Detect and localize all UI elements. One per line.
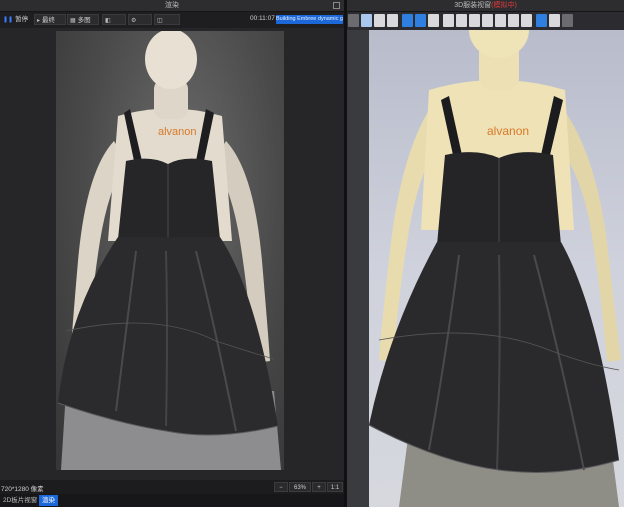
hide-icon[interactable] <box>562 14 573 27</box>
final-render-button[interactable]: ▸ 最终 <box>34 14 66 25</box>
rendered-garment-image: alvanon <box>57 31 281 470</box>
pause-button[interactable]: ❚❚ 暂停 <box>1 14 31 25</box>
zoom-value: 63% <box>289 482 311 492</box>
pattern-icon[interactable] <box>482 14 493 27</box>
zoom-in-icon: + <box>317 485 321 491</box>
multi-render-button[interactable]: ▦ 多图 <box>67 14 99 25</box>
render-options-button[interactable]: ⚙ <box>128 14 152 25</box>
3d-view-toolbar <box>347 12 624 30</box>
skeleton-icon[interactable] <box>361 14 372 27</box>
render-panel-title: 渲染 <box>165 2 179 9</box>
fabric-icon[interactable] <box>374 14 385 27</box>
gear-icon: ⚙ <box>131 18 137 24</box>
render-status-bar: 720*1280 像素 − 63% + 1:1 <box>0 480 344 494</box>
strain-icon[interactable] <box>443 14 454 27</box>
brand-text: alvanon <box>158 126 197 138</box>
multi-label: 多图 <box>77 17 91 24</box>
surface-icon[interactable] <box>415 14 426 27</box>
flip-icon[interactable] <box>536 14 547 27</box>
3d-garment-panel: 3D服装视窗(模拟中) alvanon <box>347 0 624 507</box>
elapsed-time: 00:11:07 <box>250 15 275 22</box>
grid-icon: ▦ <box>70 18 76 24</box>
mesh-icon[interactable] <box>428 14 439 27</box>
show-icon[interactable] <box>549 14 560 27</box>
shading-icon[interactable] <box>456 14 467 27</box>
3d-panel-titlebar: 3D服装视窗(模拟中) <box>347 0 624 12</box>
tab-render[interactable]: 渲染 <box>39 495 58 506</box>
restore-window-icon[interactable] <box>333 2 340 9</box>
final-label: 最终 <box>42 17 56 24</box>
resolution-label: 720*1280 像素 <box>1 486 44 493</box>
camera-icon: ◧ <box>105 18 111 24</box>
render-panel: 渲染 ❚❚ 暂停 ▸ 最终 ▦ 多图 ◧ ⚙ ◫ 00:11:07 Building … <box>0 0 344 507</box>
thickness-icon[interactable] <box>402 14 413 27</box>
texture-icon[interactable] <box>387 14 398 27</box>
3d-garment-model: alvanon <box>369 30 621 507</box>
save-icon: ◫ <box>157 18 163 24</box>
actual-size-button[interactable]: 1:1 <box>327 482 343 492</box>
pause-label: 暂停 <box>15 16 29 23</box>
zoom-in-button[interactable]: + <box>312 482 326 492</box>
tab-2d-pattern-window[interactable]: 2D板片视窗 <box>0 495 40 506</box>
3d-viewport[interactable]: alvanon <box>369 30 624 507</box>
render-save-button[interactable]: ◫ <box>154 14 180 25</box>
render-panel-titlebar: 渲染 <box>0 0 344 12</box>
simulation-status: (模拟中) <box>491 2 517 9</box>
solid-icon[interactable] <box>495 14 506 27</box>
status-log: Building Embree dynamic geo <box>276 15 343 24</box>
zoom-out-icon: − <box>279 485 283 491</box>
fit-icon[interactable] <box>508 14 519 27</box>
render-toolbar: ❚❚ 暂停 ▸ 最终 ▦ 多图 ◧ ⚙ ◫ 00:11:07 Building Emb… <box>0 12 344 28</box>
render-viewport[interactable]: alvanon <box>56 31 284 470</box>
avatar-icon[interactable] <box>348 14 359 27</box>
bottom-tabs: 2D板片视窗 渲染 <box>0 494 344 507</box>
garment-icon[interactable] <box>469 14 480 27</box>
3d-panel-title: 3D服装视窗 <box>454 2 492 9</box>
pose-icon[interactable] <box>521 14 532 27</box>
pause-icon: ❚❚ <box>3 17 14 23</box>
render-settings-button[interactable]: ◧ <box>102 14 126 25</box>
zoom-out-button[interactable]: − <box>274 482 288 492</box>
brand-text-3d: alvanon <box>487 124 529 138</box>
play-icon: ▸ <box>37 18 41 24</box>
